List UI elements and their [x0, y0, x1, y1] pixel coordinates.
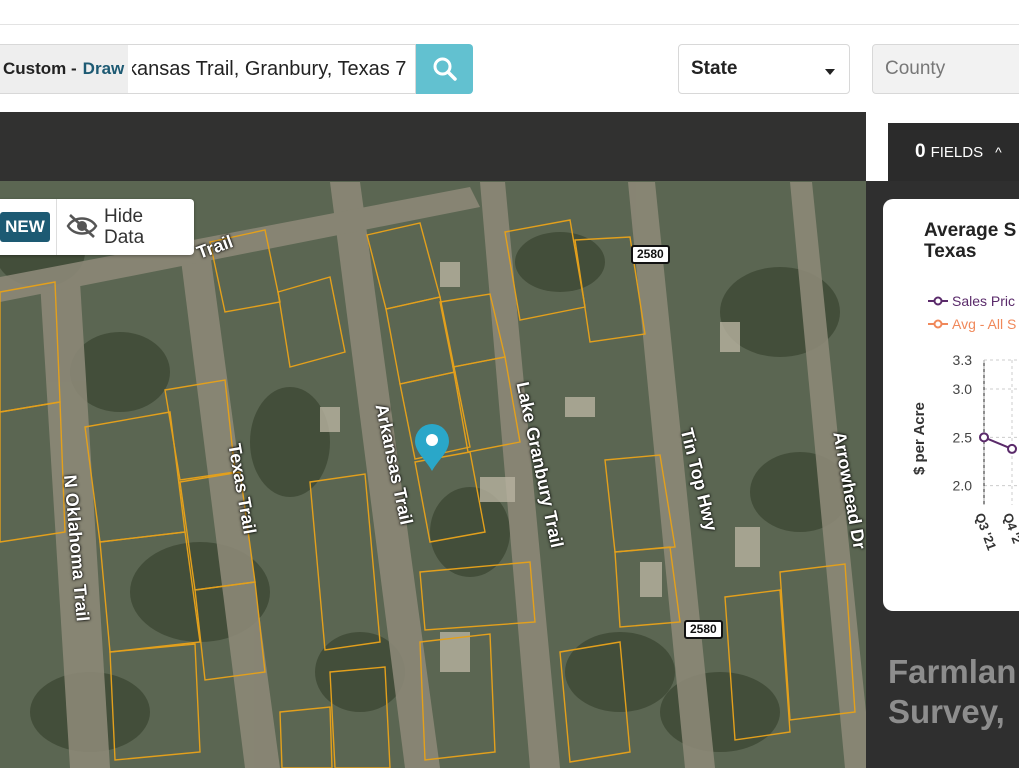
- address-search-input[interactable]: [128, 44, 416, 94]
- divider: [56, 199, 57, 255]
- legend-label: Sales Pric: [952, 293, 1016, 309]
- data-point: [1007, 443, 1017, 454]
- legend-item-avg[interactable]: Avg - All S: [928, 316, 1016, 332]
- search-button[interactable]: [416, 44, 473, 94]
- legend-label: Avg - All S: [952, 316, 1017, 332]
- legend-item-sales[interactable]: Sales Pric: [928, 293, 1015, 309]
- draw-label: Draw: [82, 59, 125, 78]
- y-tick-label: 3.3: [953, 352, 973, 368]
- county-select-label: County: [885, 58, 946, 79]
- search-icon: [433, 57, 457, 81]
- y-tick-label: 2.5: [953, 429, 973, 445]
- panel-heading: Farmlan Survey,: [888, 653, 1017, 730]
- new-badge: NEW: [0, 212, 50, 242]
- price-line-chart[interactable]: $ per Acre 3.3 3.0 2.5 2.0 Q3 '21 Q4 '2: [900, 345, 1019, 570]
- search-toolbar: Custom - Draw State County: [0, 26, 1019, 112]
- y-axis-label: $ per Acre: [911, 402, 928, 475]
- x-tick-label: Q4 '2: [1000, 511, 1019, 546]
- highway-shield: 2580: [684, 620, 723, 639]
- search-mode-button[interactable]: Custom - Draw: [0, 44, 129, 94]
- fields-label: FIELDS: [930, 143, 984, 161]
- search-mode-label: Custom -: [3, 59, 77, 78]
- y-tick-label: 3.0: [953, 381, 973, 397]
- state-select-label: State: [691, 58, 738, 79]
- map-view[interactable]: NEW Hide Data Trail Arkansas Trail Lake …: [0, 112, 866, 768]
- chevron-down-icon: [825, 69, 835, 75]
- chart-title: Average S Texas: [924, 220, 1017, 262]
- highway-shield: 2580: [631, 245, 670, 264]
- hide-data-label: Hide Data: [104, 206, 145, 248]
- county-select[interactable]: County: [872, 44, 1019, 94]
- map-top-band: [0, 112, 866, 181]
- map-pin-icon[interactable]: [413, 422, 451, 472]
- top-strip: [0, 0, 1019, 25]
- fields-tab[interactable]: 0 FIELDS ^: [888, 123, 1019, 181]
- x-tick-label: Q3 '21: [972, 511, 999, 552]
- eye-slash-icon: [66, 214, 98, 238]
- legend-marker-icon: [928, 319, 948, 329]
- hide-data-button[interactable]: NEW Hide Data: [0, 199, 194, 255]
- legend-marker-icon: [928, 296, 948, 306]
- state-select[interactable]: State: [678, 44, 850, 94]
- data-point: [979, 432, 989, 443]
- chevron-up-icon: ^: [995, 144, 1002, 160]
- y-tick-label: 2.0: [953, 478, 973, 494]
- fields-count: 0: [915, 141, 926, 162]
